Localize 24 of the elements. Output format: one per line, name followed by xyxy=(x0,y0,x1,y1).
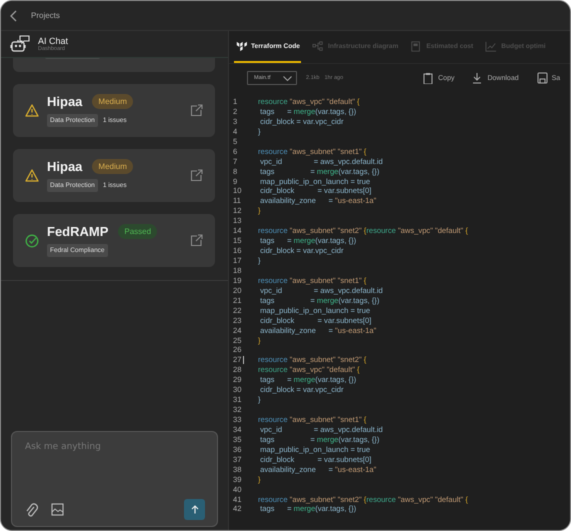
message-input[interactable]: Ask me anything xyxy=(25,442,205,452)
paperclip-icon[interactable] xyxy=(25,502,38,516)
chart-icon xyxy=(485,40,498,52)
page-title: Projects xyxy=(31,11,60,20)
image-icon[interactable] xyxy=(51,503,64,516)
robot-icon xyxy=(10,35,30,53)
send-button[interactable] xyxy=(184,499,205,520)
card-title: FedRAMP xyxy=(47,224,108,239)
chat-title: AI Chat xyxy=(38,36,68,46)
download-icon xyxy=(472,72,484,84)
save-icon xyxy=(536,72,548,84)
clipboard-icon xyxy=(423,72,434,84)
arrow-up-icon xyxy=(190,505,198,514)
card-title: Hipaa xyxy=(47,159,82,174)
status-badge: Medium xyxy=(92,159,133,174)
flowchart-icon xyxy=(312,40,324,52)
status-badge: Passed xyxy=(118,224,158,239)
chevron-down-icon xyxy=(283,76,292,80)
status-badge: Medium xyxy=(92,94,133,109)
card-title: Hipaa xyxy=(47,94,82,109)
back-icon[interactable] xyxy=(10,10,17,22)
external-link-icon[interactable] xyxy=(190,169,203,182)
external-link-icon[interactable] xyxy=(190,234,203,247)
external-link-icon[interactable] xyxy=(190,104,203,117)
